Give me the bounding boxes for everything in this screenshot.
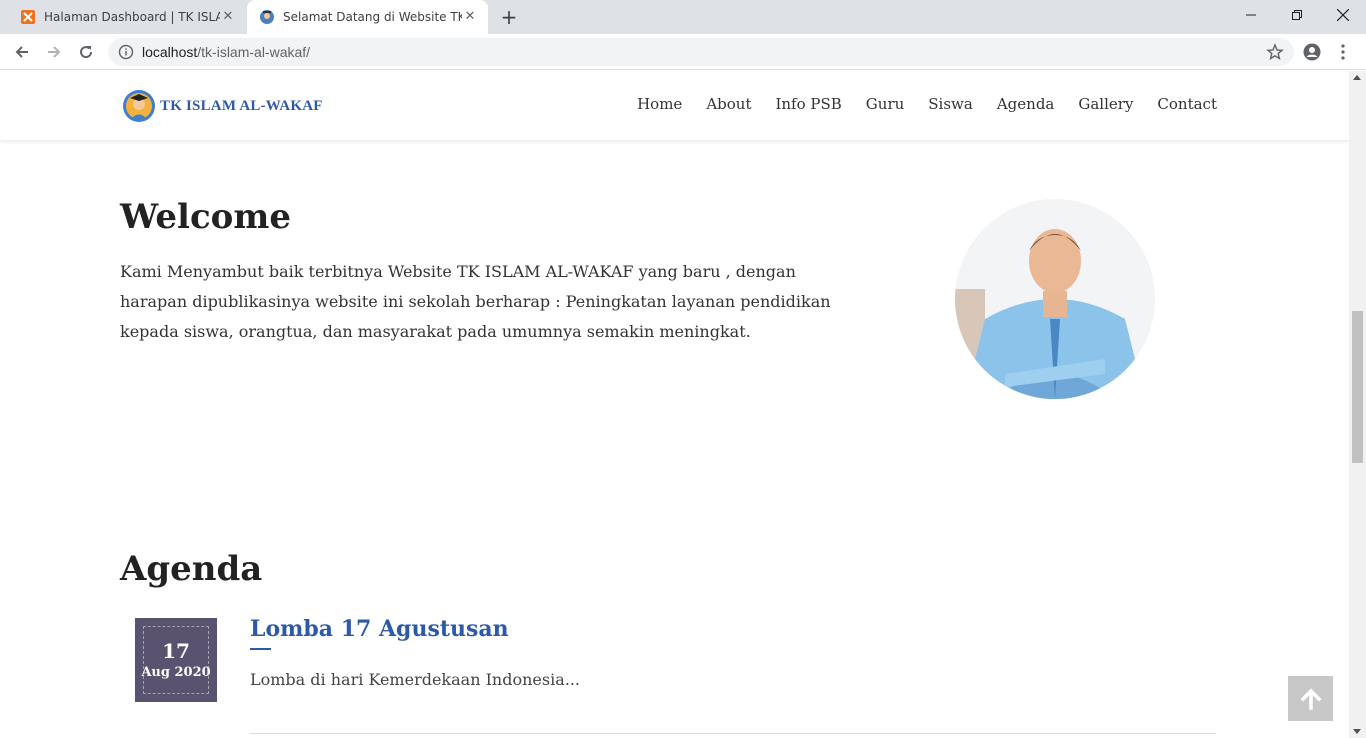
principal-photo [955,199,1155,399]
main-nav: Home About Info PSB Guru Siswa Agenda Ga… [613,95,1217,113]
minimize-icon [1246,14,1256,16]
tab-strip: Halaman Dashboard | TK ISLAM AL-WAKAF ✕ … [0,0,1366,34]
profile-button[interactable] [1299,39,1325,65]
bookmark-star-icon[interactable] [1266,43,1284,61]
scroll-down-icon[interactable] [1353,729,1361,734]
close-tab-icon[interactable]: ✕ [462,9,478,25]
nav-gallery[interactable]: Gallery [1078,95,1133,113]
arrow-left-icon [15,46,28,58]
back-to-top-button[interactable] [1288,676,1333,721]
agenda-item-title[interactable]: Lomba 17 Agustusan [250,616,509,642]
tab-title: Selamat Datang di Website TK ISLAM AL-WA… [283,10,462,24]
close-icon [1337,9,1349,21]
arrow-up-icon [1300,688,1321,710]
agenda-date-month: Aug 2020 [141,665,211,680]
menu-button[interactable] [1330,39,1356,65]
close-tab-icon[interactable]: ✕ [220,9,236,25]
welcome-paragraph: Kami Menyambut baik terbitnya Website TK… [120,262,831,341]
tab-title: Halaman Dashboard | TK ISLAM AL-WAKAF [44,10,220,24]
scrollbar-thumb[interactable] [1352,311,1363,463]
welcome-heading: Welcome [120,197,291,237]
reload-button[interactable] [73,39,99,65]
nav-siswa[interactable]: Siswa [928,95,973,113]
more-vertical-icon [1341,44,1345,60]
agenda-date-day: 17 [162,639,190,663]
address-path: /tk-islam-al-wakaf/ [197,44,311,60]
agenda-heading: Agenda [120,549,263,589]
reload-icon [80,46,93,59]
address-host: localhost [142,44,198,60]
tab-dashboard[interactable]: Halaman Dashboard | TK ISLAM AL-WAKAF ✕ [8,0,246,34]
minimize-button[interactable] [1228,0,1274,30]
restore-icon [1292,10,1302,20]
nav-contact[interactable]: Contact [1157,95,1217,113]
account-icon [1303,43,1321,61]
restore-button[interactable] [1274,0,1320,30]
nav-info-psb[interactable]: Info PSB [775,95,841,113]
scroll-up-icon[interactable] [1353,75,1361,80]
site-header: TK ISLAM AL-WAKAF Home About Info PSB Gu… [0,71,1349,141]
nav-about[interactable]: About [706,95,751,113]
page-viewport: TK ISLAM AL-WAKAF Home About Info PSB Gu… [0,71,1349,738]
school-logo-icon [260,10,274,24]
page-scrollbar[interactable] [1349,71,1366,738]
nav-home[interactable]: Home [637,95,682,113]
nav-guru[interactable]: Guru [866,95,904,113]
close-window-button[interactable] [1320,0,1366,30]
arrow-right-icon [48,46,61,58]
forward-button[interactable] [41,39,67,65]
nav-agenda[interactable]: Agenda [997,95,1055,113]
brand-name: TK ISLAM AL-WAKAF [160,97,323,114]
address-bar[interactable]: localhost/tk-islam-al-wakaf/ [108,38,1294,66]
principal-photo-image [955,199,1155,399]
xampp-icon [21,10,35,24]
browser-toolbar: localhost/tk-islam-al-wakaf/ [0,34,1366,70]
new-tab-button[interactable]: + [498,7,520,29]
tab-welcome[interactable]: Selamat Datang di Website TK ISLAM AL-WA… [247,0,488,34]
school-logo-icon [123,90,155,122]
agenda-divider [250,733,1216,734]
agenda-date-badge: 17 Aug 2020 [135,618,217,702]
agenda-title-underline [250,648,271,650]
info-icon[interactable] [118,44,134,60]
site-brand[interactable]: TK ISLAM AL-WAKAF [122,89,323,123]
back-button[interactable] [9,39,35,65]
agenda-item-description: Lomba di hari Kemerdekaan Indonesia... [250,670,580,689]
